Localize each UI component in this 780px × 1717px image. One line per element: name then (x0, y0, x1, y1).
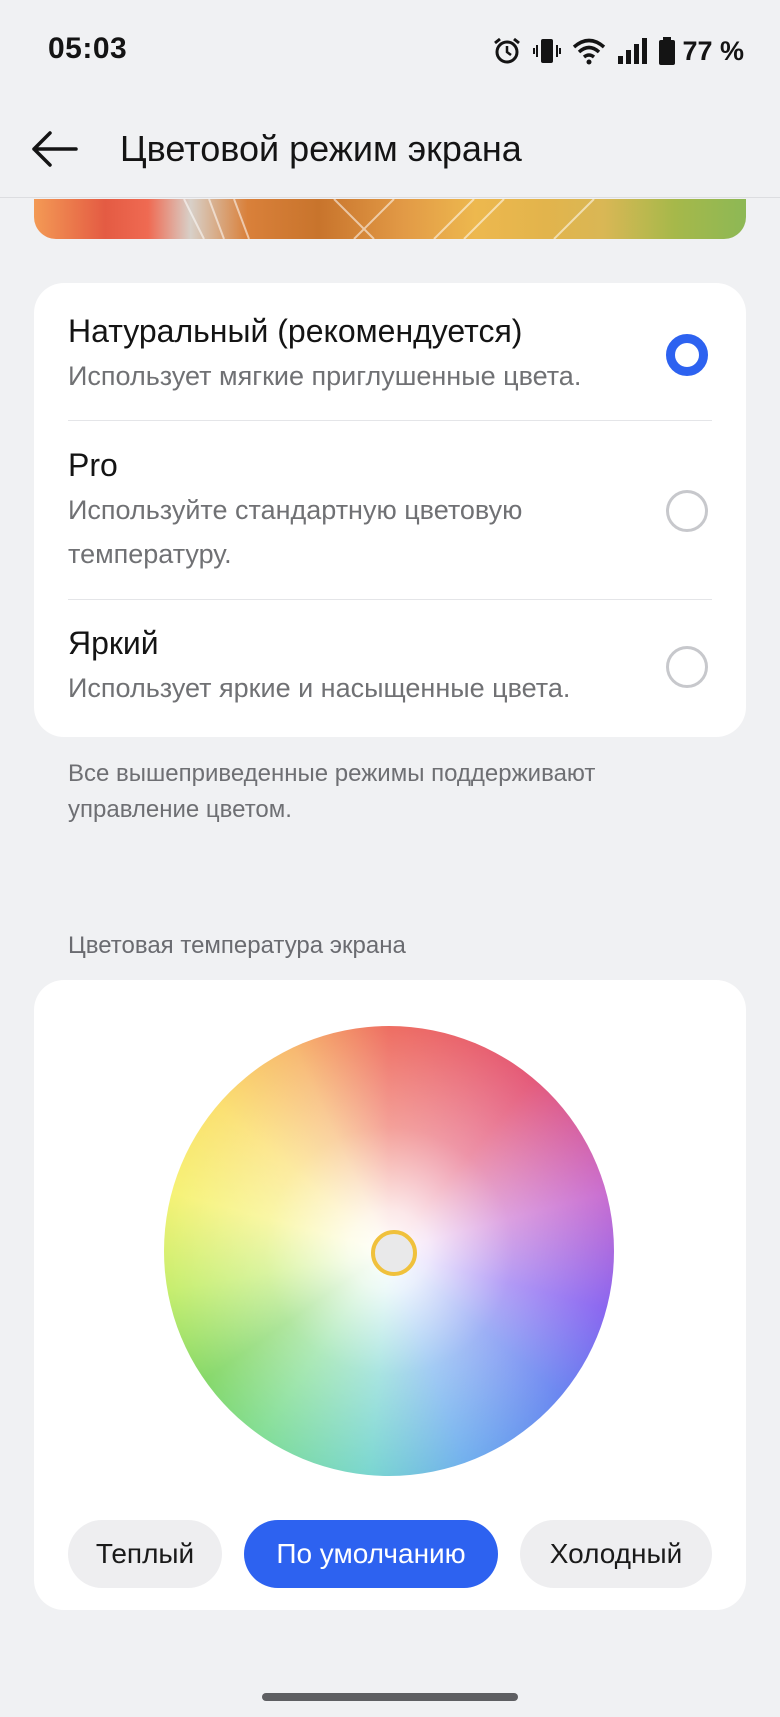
status-bar: 05:03 77 % (0, 0, 780, 100)
back-button[interactable] (30, 119, 110, 179)
battery-level: 77 % (682, 35, 744, 66)
mode-description: Использует яркие и насыщенные цвета. (68, 673, 571, 703)
status-time: 05:03 (48, 32, 128, 65)
alarm-icon (494, 37, 521, 64)
radio-vivid[interactable] (666, 646, 708, 688)
home-indicator[interactable] (262, 1693, 518, 1701)
vibrate-icon (533, 39, 562, 63)
color-management-note: Все вышеприведенные режимы поддерживают … (68, 760, 596, 823)
section-label-color-temperature: Цветовая температура экрана (68, 932, 406, 959)
radio-pro[interactable] (666, 490, 708, 532)
mode-option-pro[interactable]: Pro Используйте стандартную цветовую тем… (68, 447, 616, 576)
radio-natural[interactable] (666, 334, 708, 376)
mode-title: Натуральный (рекомендуется) (68, 313, 523, 349)
preset-cool-button[interactable]: Холодный (520, 1520, 712, 1588)
app-header: Цветовой режим экрана (0, 100, 780, 198)
divider (68, 420, 712, 421)
mode-option-natural[interactable]: Натуральный (рекомендуется) Использует м… (68, 313, 712, 398)
mode-title: Pro (68, 447, 118, 483)
wifi-icon (573, 38, 606, 65)
mode-option-vivid[interactable]: Яркий Использует яркие и насыщенные цвет… (68, 625, 712, 710)
color-temperature-card: Теплый По умолчанию Холодный (34, 980, 746, 1610)
preset-warm-button[interactable]: Теплый (68, 1520, 222, 1588)
battery-icon (659, 37, 676, 65)
preview-image (34, 199, 746, 239)
back-arrow-icon (32, 130, 78, 167)
mode-description: Используйте стандартную цветовую темпера… (68, 495, 523, 569)
color-wheel-knob[interactable] (371, 1230, 417, 1276)
divider (68, 599, 712, 600)
signal-icon (618, 38, 648, 64)
status-icons: 77 % (492, 34, 744, 68)
page-title: Цветовой режим экрана (120, 127, 522, 169)
mode-title: Яркий (68, 625, 159, 661)
display-mode-card: Натуральный (рекомендуется) Использует м… (34, 283, 746, 737)
preset-default-button[interactable]: По умолчанию (244, 1520, 498, 1588)
mode-description: Использует мягкие приглушенные цвета. (68, 361, 582, 391)
